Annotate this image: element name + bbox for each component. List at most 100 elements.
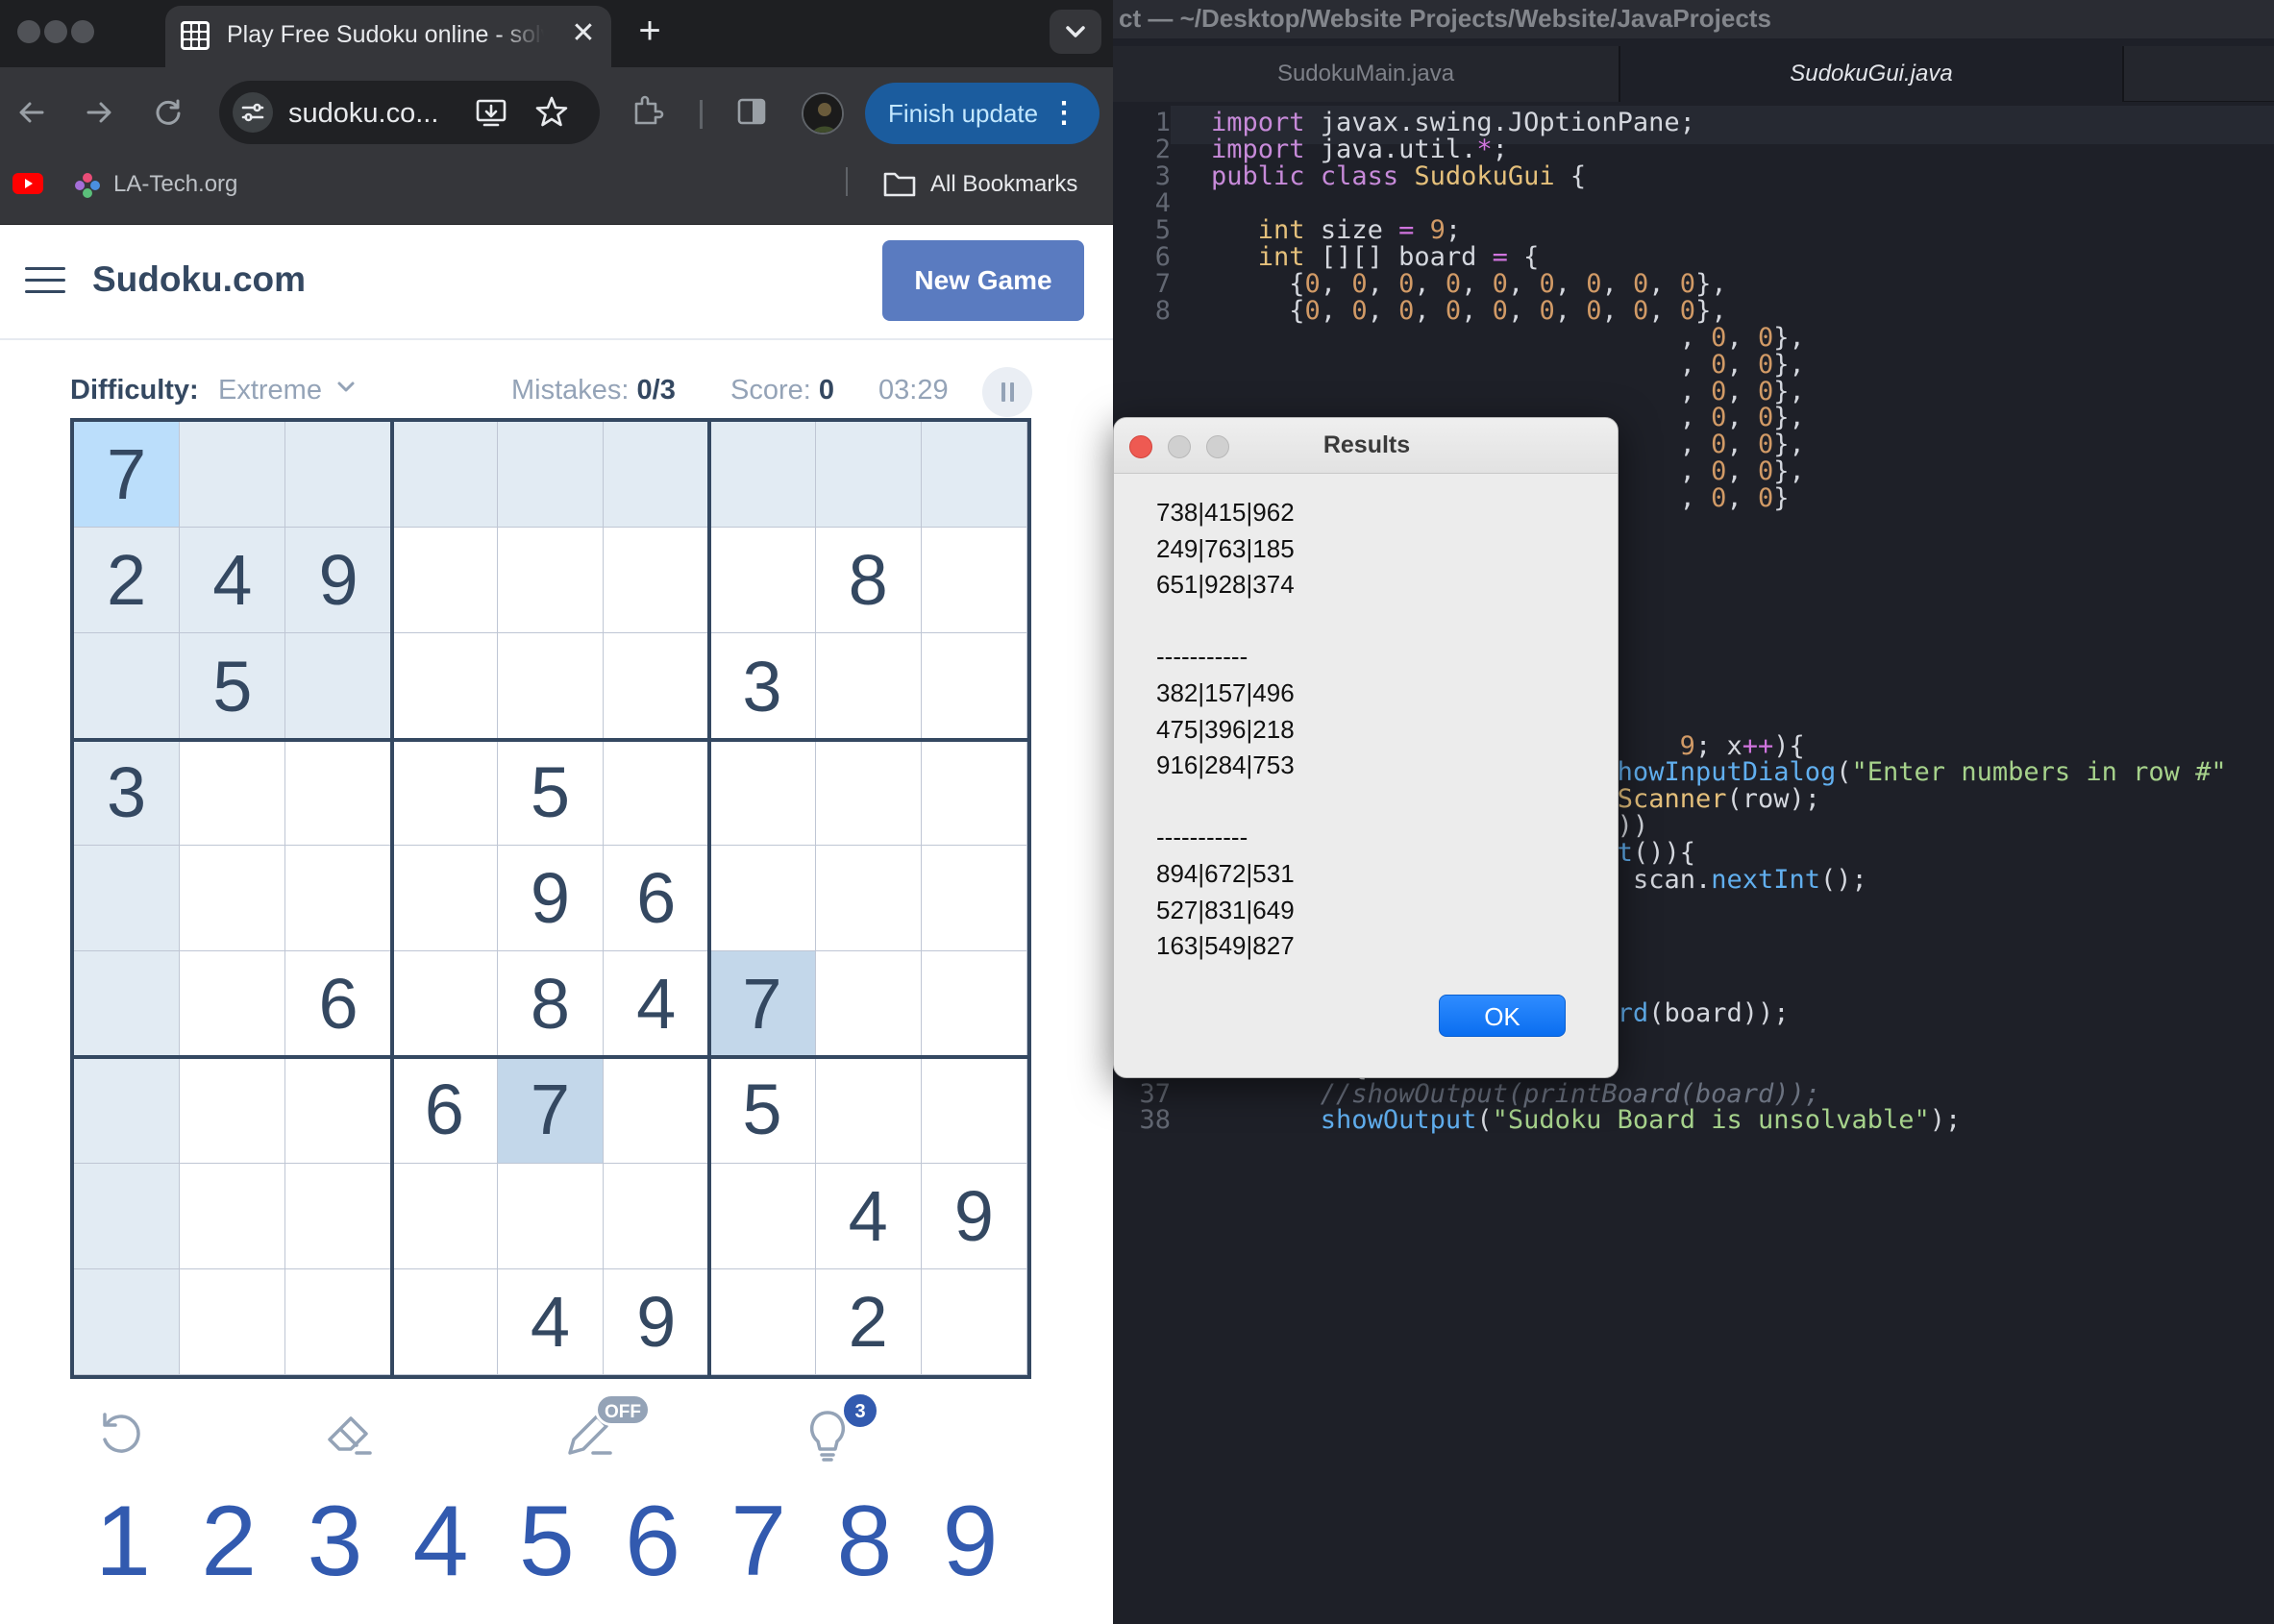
forward-button[interactable] (77, 90, 121, 135)
erase-button[interactable] (312, 1395, 389, 1472)
sudoku-cell[interactable] (709, 739, 816, 846)
pause-button[interactable] (982, 367, 1032, 417)
sudoku-cell[interactable] (921, 1268, 1027, 1375)
site-settings-icon[interactable] (233, 92, 273, 133)
browser-tab[interactable]: Play Free Sudoku online - solve web sudo… (165, 6, 611, 67)
sudoku-cell[interactable] (709, 1268, 816, 1375)
sudoku-cell[interactable] (74, 633, 181, 740)
sudoku-cell[interactable]: 6 (604, 845, 710, 952)
sudoku-cell[interactable]: 4 (604, 951, 710, 1058)
sudoku-cell[interactable] (921, 633, 1027, 740)
sudoku-cell[interactable] (815, 422, 922, 529)
sudoku-cell[interactable] (391, 845, 498, 952)
sudoku-cell[interactable] (285, 845, 392, 952)
window-maximize-button[interactable] (71, 20, 94, 43)
sudoku-cell[interactable] (497, 1163, 605, 1269)
sudoku-cell[interactable] (497, 422, 605, 529)
sudoku-cell[interactable] (180, 1057, 286, 1164)
more-menu-icon[interactable]: ⋮ (1050, 83, 1078, 144)
all-bookmarks-label[interactable]: All Bookmarks (930, 171, 1077, 198)
sudoku-cell[interactable]: 6 (391, 1057, 498, 1164)
number-key-6[interactable]: 6 (600, 1484, 705, 1599)
sudoku-cell[interactable] (391, 1268, 498, 1375)
sudoku-cell[interactable] (497, 633, 605, 740)
sudoku-cell[interactable]: 2 (815, 1268, 922, 1375)
sudoku-cell[interactable] (391, 422, 498, 529)
sudoku-cell[interactable] (285, 1163, 392, 1269)
tab-search-button[interactable] (1050, 10, 1101, 54)
folder-icon[interactable] (882, 169, 917, 198)
sudoku-cell[interactable]: 8 (815, 528, 922, 634)
sudoku-cell[interactable] (180, 951, 286, 1058)
chevron-down-icon[interactable] (336, 381, 356, 394)
sudoku-cell[interactable] (74, 845, 181, 952)
number-key-4[interactable]: 4 (388, 1484, 494, 1599)
number-key-7[interactable]: 7 (705, 1484, 811, 1599)
number-key-9[interactable]: 9 (918, 1484, 1024, 1599)
number-key-5[interactable]: 5 (494, 1484, 600, 1599)
finish-update-button[interactable]: Finish update ⋮ (865, 83, 1100, 144)
bookmark-latech-label[interactable]: LA-Tech.org (113, 171, 237, 198)
window-minimize-button[interactable] (44, 20, 67, 43)
number-key-2[interactable]: 2 (176, 1484, 282, 1599)
sudoku-cell[interactable] (74, 1268, 181, 1375)
sudoku-cell[interactable]: 5 (497, 739, 605, 846)
sudoku-cell[interactable] (180, 845, 286, 952)
sudoku-cell[interactable]: 9 (497, 845, 605, 952)
sudoku-cell[interactable]: 3 (74, 739, 181, 846)
notes-button[interactable]: OFF (551, 1393, 651, 1472)
sudoku-cell[interactable] (180, 739, 286, 846)
sudoku-cell[interactable] (604, 1163, 710, 1269)
sudoku-cell[interactable] (815, 1057, 922, 1164)
sudoku-cell[interactable] (815, 951, 922, 1058)
hint-button[interactable]: 3 (789, 1391, 879, 1472)
ok-button[interactable]: OK (1439, 995, 1566, 1037)
sudoku-cell[interactable] (391, 633, 498, 740)
sudoku-cell[interactable]: 8 (497, 951, 605, 1058)
number-key-8[interactable]: 8 (811, 1484, 917, 1599)
sudoku-cell[interactable] (921, 422, 1027, 529)
install-app-icon[interactable] (475, 96, 507, 129)
sudoku-cell[interactable] (285, 1268, 392, 1375)
address-bar[interactable]: sudoku.co... (219, 81, 600, 144)
menu-icon[interactable] (25, 267, 65, 296)
sudoku-cell[interactable] (709, 528, 816, 634)
sudoku-cell[interactable] (604, 528, 710, 634)
sudoku-cell[interactable] (180, 1163, 286, 1269)
window-close-button[interactable] (17, 20, 40, 43)
new-game-button[interactable]: New Game (882, 240, 1084, 321)
sudoku-cell[interactable] (921, 845, 1027, 952)
sudoku-cell[interactable] (604, 633, 710, 740)
sudoku-cell[interactable] (921, 528, 1027, 634)
sudoku-cell[interactable] (815, 739, 922, 846)
sudoku-cell[interactable]: 2 (74, 528, 181, 634)
sudoku-cell[interactable]: 7 (709, 951, 816, 1058)
side-panel-icon[interactable] (736, 96, 767, 127)
back-button[interactable] (10, 90, 54, 135)
latech-icon[interactable] (73, 171, 102, 200)
difficulty-select[interactable]: Extreme (218, 375, 322, 406)
youtube-icon[interactable] (12, 171, 44, 196)
sudoku-cell[interactable] (180, 1268, 286, 1375)
sudoku-cell[interactable] (285, 1057, 392, 1164)
extensions-icon[interactable] (630, 92, 665, 127)
sudoku-cell[interactable] (709, 845, 816, 952)
sudoku-cell[interactable]: 4 (497, 1268, 605, 1375)
sudoku-cell[interactable]: 5 (709, 1057, 816, 1164)
number-key-1[interactable]: 1 (70, 1484, 176, 1599)
sudoku-cell[interactable] (74, 951, 181, 1058)
sudoku-cell[interactable]: 7 (497, 1057, 605, 1164)
sudoku-cell[interactable] (604, 739, 710, 846)
sudoku-cell[interactable] (709, 422, 816, 529)
tab-sudokumain[interactable]: SudokuMain.java (1113, 46, 1620, 102)
sudoku-cell[interactable] (285, 633, 392, 740)
sudoku-cell[interactable] (391, 951, 498, 1058)
sudoku-cell[interactable] (497, 528, 605, 634)
sudoku-cell[interactable] (285, 739, 392, 846)
tab-close-icon[interactable]: ✕ (567, 17, 600, 50)
sudoku-cell[interactable] (74, 1163, 181, 1269)
bookmark-star-icon[interactable] (534, 94, 569, 129)
sudoku-cell[interactable]: 9 (285, 528, 392, 634)
tab-sudokugui[interactable]: SudokuGui.java (1620, 46, 2124, 102)
sudoku-cell[interactable] (391, 1163, 498, 1269)
